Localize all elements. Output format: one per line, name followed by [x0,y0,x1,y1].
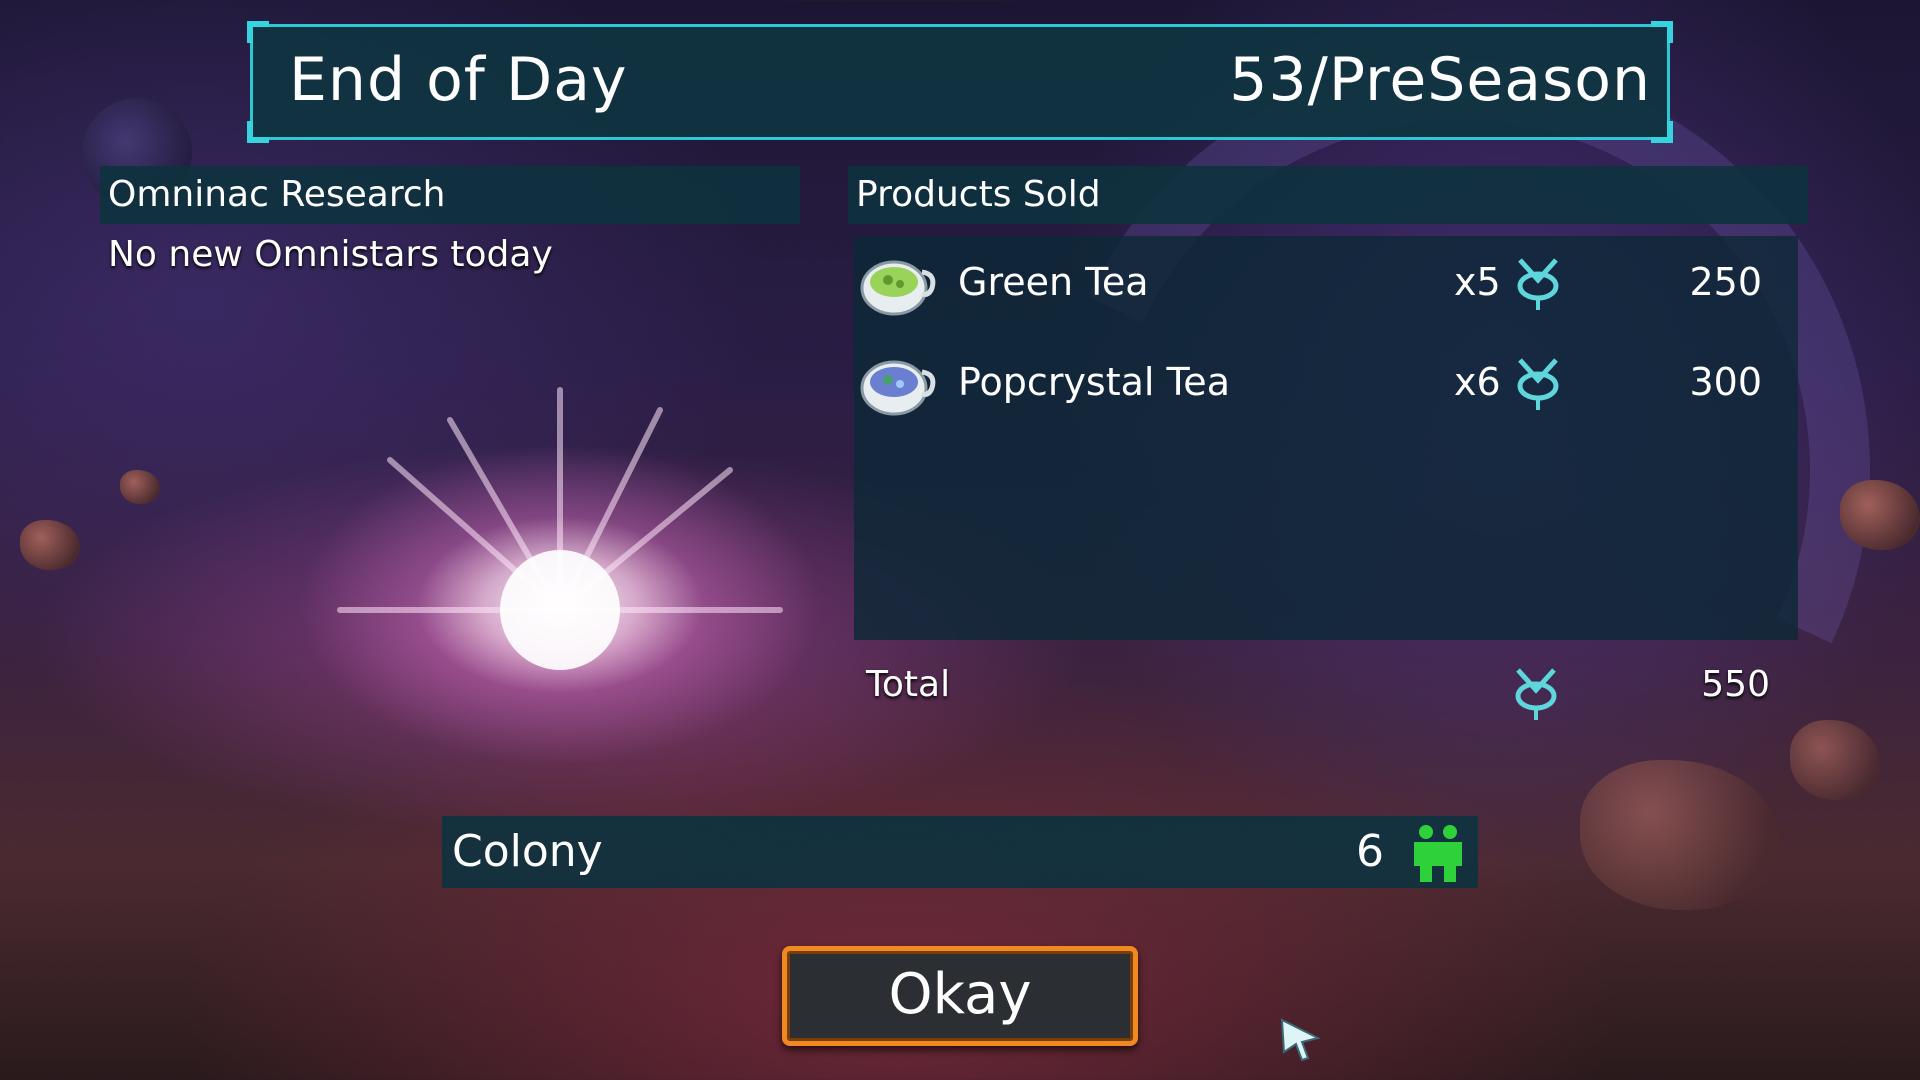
research-header: Omninac Research [100,166,800,224]
popcrystal-tea-cup-icon [860,360,936,416]
colony-label: Colony [452,826,603,877]
frame-corner [1651,121,1673,143]
product-name: Popcrystal Tea [958,360,1230,404]
colony-bar: Colony 6 [442,816,1478,888]
mouse-cursor-icon [1280,1018,1321,1062]
okay-button[interactable]: Okay [782,946,1138,1046]
frame-corner [1651,21,1673,43]
total-label: Total [866,664,951,705]
frame-corner [247,121,269,143]
day-indicator: 53/PreSeason [1229,45,1651,115]
background-star-burst [337,387,783,670]
product-qty: x6 [1454,360,1501,404]
omni-coin-icon [1517,258,1559,310]
green-tea-cup-icon [860,260,936,316]
colonist-icon [1414,825,1462,882]
colony-count: 6 [1356,826,1384,877]
page-title: End of Day [289,45,628,115]
background-rock [20,520,80,570]
background-rock [1790,720,1880,800]
products-header: Products Sold [848,166,1808,224]
omni-coin-icon [1515,668,1557,720]
background-rock [1580,760,1780,910]
title-bar: End of Day 53/PreSeason [247,21,1673,143]
total-value: 550 [1701,664,1770,705]
research-message: No new Omnistars today [108,234,553,275]
products-list: Green Tea x5 250 Popcrystal Tea x6 300 [854,236,1798,640]
omni-coin-icon [1517,358,1559,410]
background-rock [1840,480,1920,550]
product-row: Green Tea x5 250 [854,240,1798,330]
product-value: 250 [1689,260,1762,304]
product-name: Green Tea [958,260,1149,304]
product-row: Popcrystal Tea x6 300 [854,340,1798,430]
background-rock [120,470,160,504]
frame-corner [247,21,269,43]
product-qty: x5 [1454,260,1501,304]
product-value: 300 [1689,360,1762,404]
